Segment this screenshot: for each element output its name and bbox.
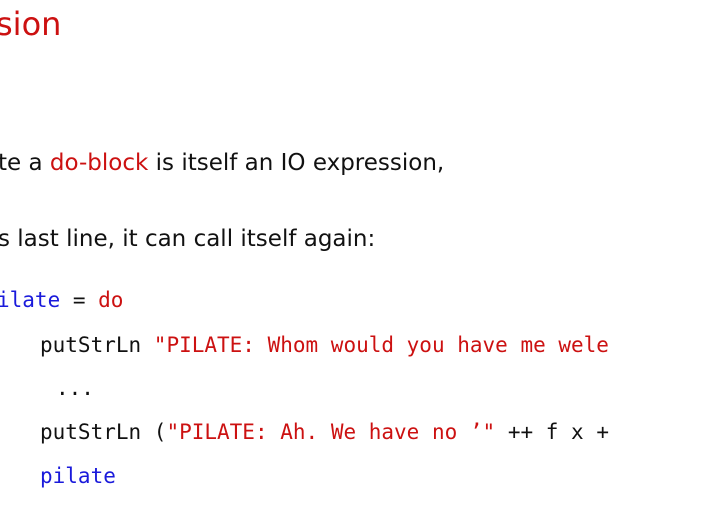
highlight-do-block: do-block xyxy=(49,150,149,176)
code-paren: ( xyxy=(141,420,167,444)
code-concat: ++ f x + xyxy=(495,420,609,444)
code-line-recursive-call: pilate xyxy=(40,464,116,488)
text-line-do-block: te a do-block is itself an IO expression… xyxy=(0,152,444,175)
code-line-4: putStrLn ("PILATE: Ah. We have no ’" ++ … xyxy=(40,422,609,443)
text-fragment: te a xyxy=(0,150,50,176)
code-line-1: ilate = do xyxy=(0,290,123,311)
code-line-ellipsis: ... xyxy=(56,376,94,400)
code-equals: = xyxy=(60,288,99,312)
code-function-name: ilate xyxy=(0,288,61,312)
code-keyword-do: do xyxy=(98,288,124,312)
slide: sion te a do-block is itself an IO expre… xyxy=(0,0,701,526)
code-string: "PILATE: Ah. We have no ’" xyxy=(166,420,496,444)
text-fragment: is itself an IO expression, xyxy=(148,150,445,176)
code-fn-putstrln: putStrLn xyxy=(40,420,142,444)
slide-title: sion xyxy=(0,5,62,43)
code-fn-putstrln: putStrLn xyxy=(40,333,142,357)
code-line-2: putStrLn "PILATE: Whom would you have me… xyxy=(40,335,609,356)
code-string: "PILATE: Whom would you have me wele xyxy=(141,333,609,357)
text-line-last-line: s last line, it can call itself again: xyxy=(0,226,376,252)
